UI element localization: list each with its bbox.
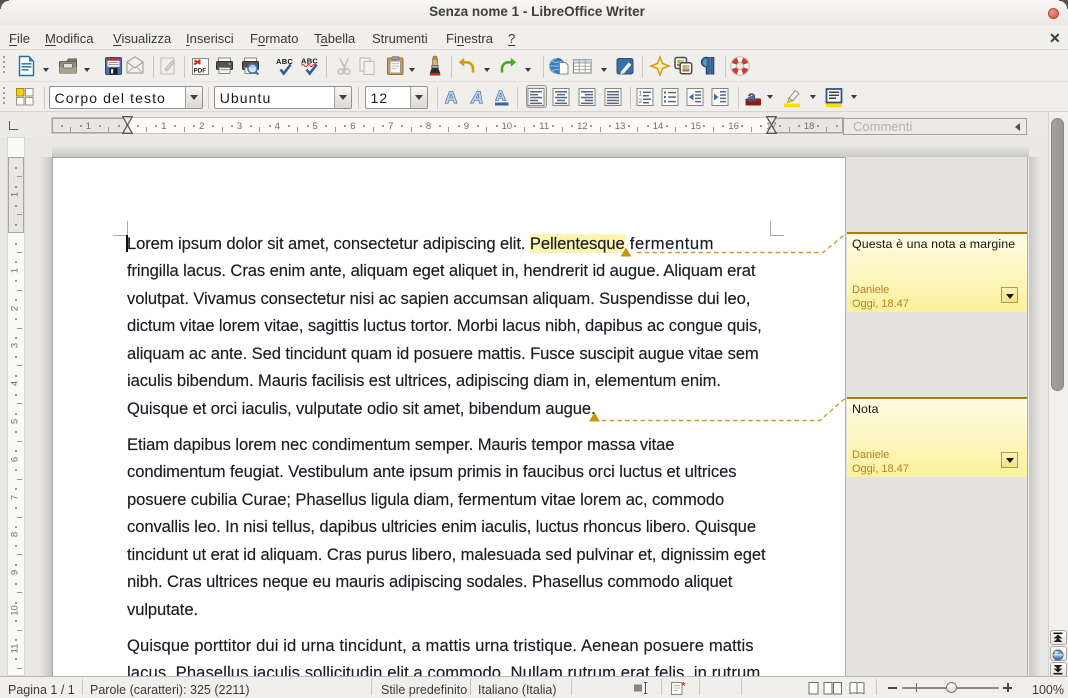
svg-text:1: 1 xyxy=(639,91,643,98)
svg-text:A: A xyxy=(445,88,457,107)
svg-text:A: A xyxy=(495,88,505,104)
svg-text:*: * xyxy=(682,681,686,692)
svg-text:PDF: PDF xyxy=(194,68,207,75)
svg-text:a: a xyxy=(747,89,756,106)
svg-text:2: 2 xyxy=(639,98,643,105)
svg-text:A: A xyxy=(470,88,483,107)
